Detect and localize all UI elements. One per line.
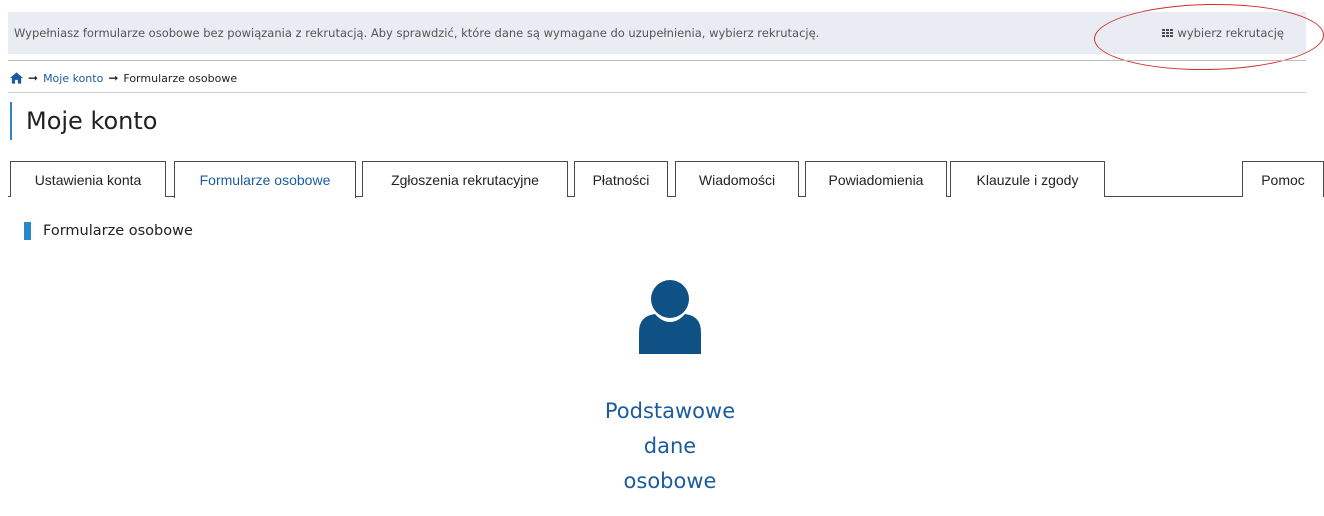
info-message: Wypełniasz formularze osobowe bez powiąz… bbox=[14, 26, 820, 40]
divider bbox=[8, 92, 1306, 93]
breadcrumb: ➞ Moje konto ➞ Formularze osobowe bbox=[10, 70, 237, 86]
tab-platnosci[interactable]: Płatności bbox=[574, 161, 668, 197]
tab-ustawienia-konta[interactable]: Ustawienia konta bbox=[10, 161, 166, 197]
card-title-line: Podstawowe bbox=[604, 399, 736, 423]
card-title-line: dane bbox=[643, 434, 697, 458]
tab-klauzule-i-zgody[interactable]: Klauzule i zgody bbox=[950, 161, 1105, 197]
breadcrumb-arrow: ➞ bbox=[108, 71, 119, 85]
breadcrumb-current: Formularze osobowe bbox=[123, 71, 238, 85]
section-heading: Formularze osobowe bbox=[24, 222, 193, 240]
person-icon bbox=[639, 280, 701, 354]
info-bar: Wypełniasz formularze osobowe bez powiąz… bbox=[8, 12, 1306, 54]
tab-wiadomosci[interactable]: Wiadomości bbox=[675, 161, 799, 197]
breadcrumb-link-moje-konto[interactable]: Moje konto bbox=[43, 72, 103, 85]
tab-bar: Ustawienia konta Formularze osobowe Zgło… bbox=[8, 161, 1324, 198]
choose-recruitment-button[interactable]: wybierz rekrutację bbox=[1162, 26, 1284, 40]
breadcrumb-arrow: ➞ bbox=[28, 71, 39, 85]
tab-formularze-osobowe[interactable]: Formularze osobowe bbox=[174, 161, 356, 198]
basic-personal-data-card[interactable]: Podstawowe dane osobowe bbox=[560, 280, 780, 510]
card-title-line: osobowe bbox=[623, 469, 717, 493]
tab-zgloszenia-rekrutacyjne[interactable]: Zgłoszenia rekrutacyjne bbox=[362, 161, 568, 197]
section-heading-text: Formularze osobowe bbox=[43, 223, 193, 239]
choose-recruitment-label: wybierz rekrutację bbox=[1177, 26, 1284, 40]
grid-icon bbox=[1162, 28, 1174, 38]
card-title[interactable]: Podstawowe dane osobowe bbox=[560, 394, 780, 499]
divider bbox=[8, 60, 1306, 61]
section-accent-bar bbox=[24, 222, 31, 240]
tab-powiadomienia[interactable]: Powiadomienia bbox=[805, 161, 947, 197]
tab-pomoc[interactable]: Pomoc bbox=[1242, 161, 1324, 197]
page-title: Moje konto bbox=[10, 102, 157, 140]
home-icon[interactable] bbox=[10, 72, 23, 84]
